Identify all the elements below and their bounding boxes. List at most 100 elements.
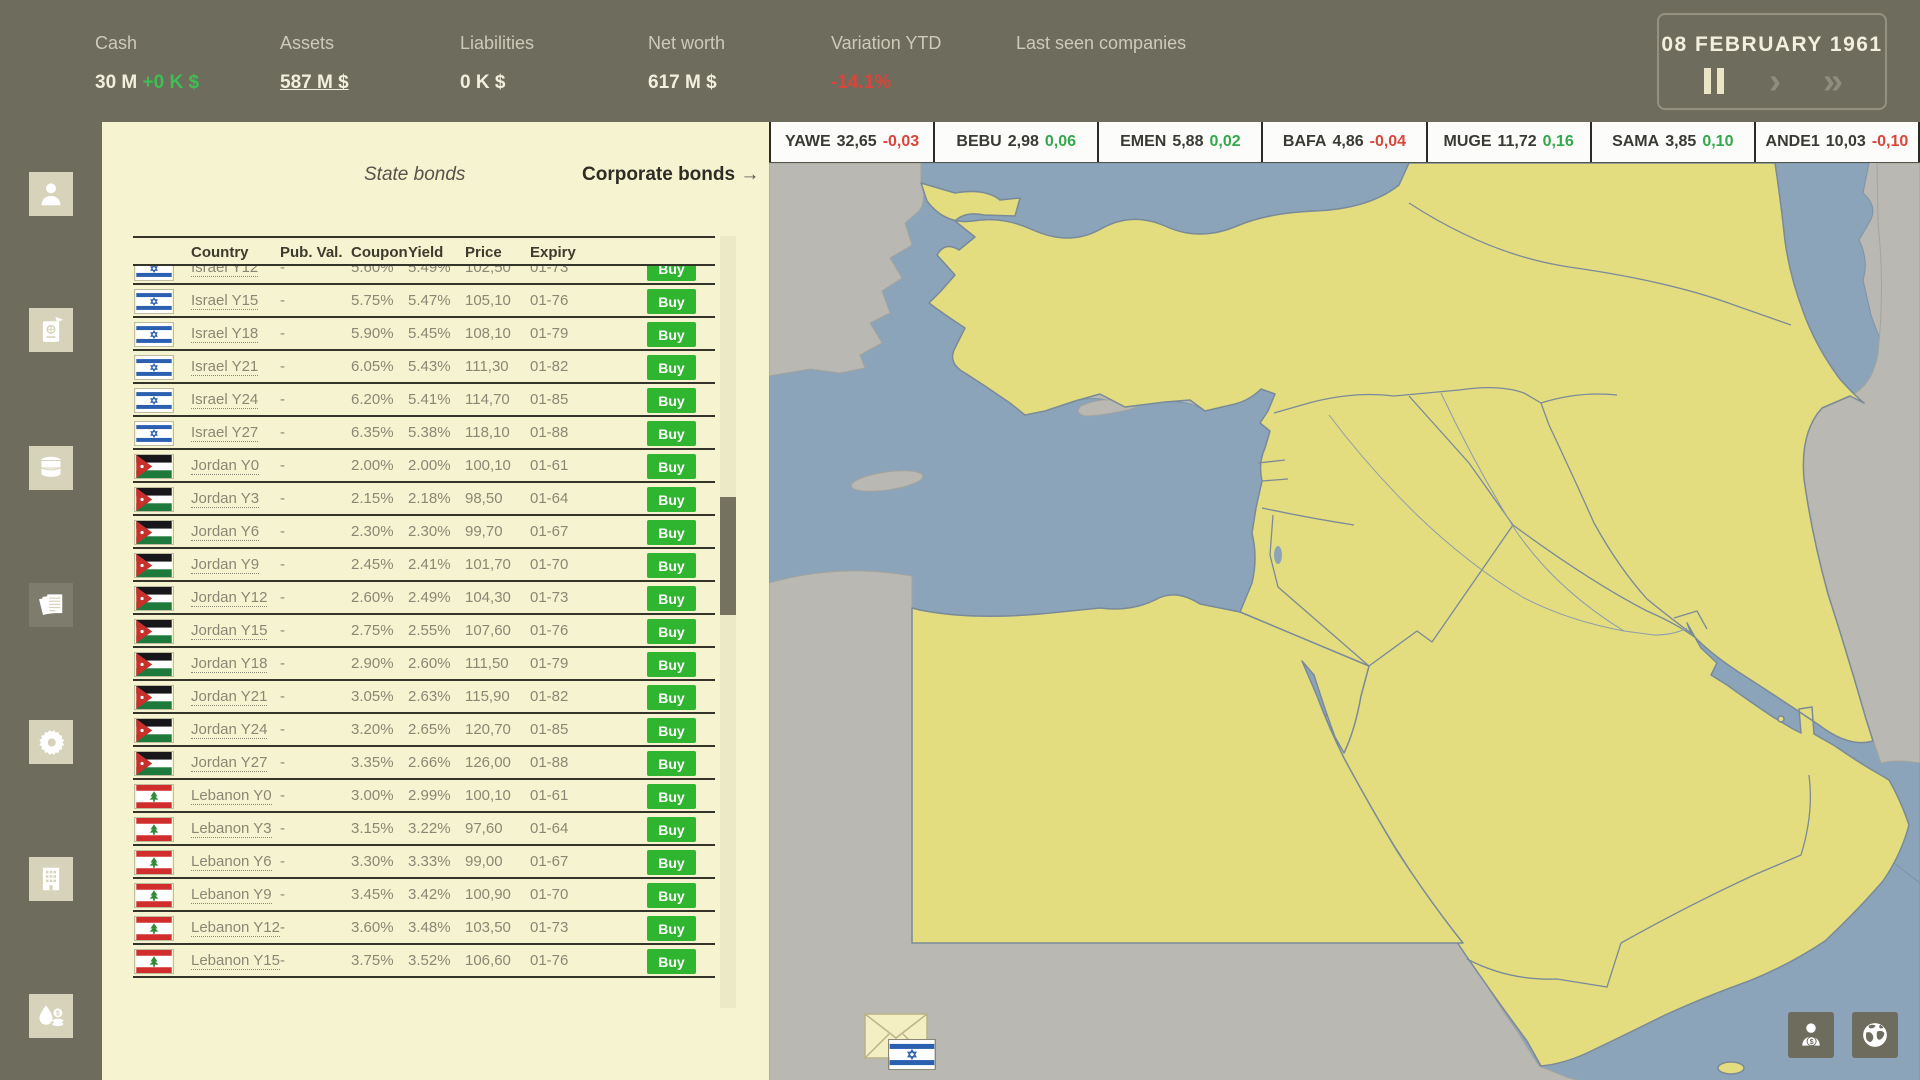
envelope-icon[interactable] <box>863 1010 939 1072</box>
bond-pub-val: - <box>280 886 285 903</box>
bond-country-link[interactable]: Israel Y21 <box>191 358 259 376</box>
bond-pub-val: - <box>280 589 285 606</box>
ticker-item-bebu[interactable]: BEBU 2,98 0,06 <box>935 122 1100 162</box>
fast-forward-button[interactable]: » <box>1823 63 1843 99</box>
buy-button[interactable]: Buy <box>647 619 696 644</box>
bond-expiry: 01-67 <box>530 523 569 540</box>
bond-country-link[interactable]: Lebanon Y15 <box>191 952 280 970</box>
bond-country-link[interactable]: Israel Y24 <box>191 391 259 409</box>
pause-button[interactable] <box>1701 65 1727 97</box>
tab-corporate-bonds[interactable]: Corporate bonds → <box>582 164 759 186</box>
bond-pub-val: - <box>280 523 285 540</box>
passport-icon <box>36 315 66 345</box>
table-scrollbar[interactable] <box>720 236 736 1008</box>
buy-button[interactable]: Buy <box>647 652 696 677</box>
bond-country-link[interactable]: Jordan Y12 <box>191 589 268 607</box>
bond-country-link[interactable]: Jordan Y15 <box>191 622 268 640</box>
buy-button[interactable]: Buy <box>647 685 696 710</box>
buy-button[interactable]: Buy <box>647 883 696 908</box>
building-icon <box>36 864 66 894</box>
world-map[interactable]: $ <box>769 163 1920 1080</box>
newspaper-icon <box>36 590 66 620</box>
bond-price: 99,70 <box>465 523 503 540</box>
ticker-item-sama[interactable]: SAMA 3,85 0,10 <box>1591 122 1756 162</box>
ticker-item-yawe[interactable]: YAWE 32,65 -0,03 <box>769 122 936 162</box>
bond-country-link[interactable]: Jordan Y27 <box>191 754 268 772</box>
lebanon-flag-icon <box>134 949 174 974</box>
buy-button[interactable]: Buy <box>647 520 696 545</box>
ticker-item-bafa[interactable]: BAFA 4,86 -0,04 <box>1263 122 1428 162</box>
sidebar-button-building[interactable] <box>29 857 73 901</box>
bond-yield: 2.49% <box>408 589 451 606</box>
bond-coupon: 2.00% <box>351 457 394 474</box>
play-button[interactable]: › <box>1769 63 1781 99</box>
tab-state-bonds[interactable]: State bonds <box>364 164 465 186</box>
buy-button[interactable]: Buy <box>647 454 696 479</box>
sidebar-button-passport[interactable] <box>29 308 73 352</box>
buy-button[interactable]: Buy <box>647 751 696 776</box>
scrollbar-thumb[interactable] <box>720 497 736 615</box>
bond-expiry: 01-73 <box>530 589 569 606</box>
ticker-item-emen[interactable]: EMEN 5,88 0,02 <box>1099 122 1264 162</box>
table-row-clipped: Israel Y12 - 5.60% 5.49% 102,50 01-73 Buy <box>133 266 715 285</box>
bond-expiry: 01-64 <box>530 820 569 837</box>
buy-button[interactable]: Buy <box>647 817 696 842</box>
lebanon-flag-icon <box>134 850 174 875</box>
buy-button[interactable]: Buy <box>647 784 696 809</box>
buy-button[interactable]: Buy <box>647 916 696 941</box>
bond-price: 100,90 <box>465 886 511 903</box>
buy-button[interactable]: Buy <box>647 553 696 578</box>
bond-country-link[interactable]: Jordan Y0 <box>191 457 260 475</box>
bond-yield: 3.42% <box>408 886 451 903</box>
bond-pub-val: - <box>280 556 285 573</box>
sidebar-button-person[interactable] <box>29 172 73 216</box>
bond-country-link[interactable]: Israel Y27 <box>191 424 259 442</box>
bond-coupon: 2.90% <box>351 655 394 672</box>
bond-country-link[interactable]: Lebanon Y0 <box>191 787 272 805</box>
bond-country-link[interactable]: Israel Y12 <box>191 266 259 277</box>
bond-country-link[interactable]: Lebanon Y9 <box>191 886 272 904</box>
sidebar-button-gears[interactable] <box>29 720 73 764</box>
bond-country-link[interactable]: Israel Y18 <box>191 325 259 343</box>
bond-yield: 2.00% <box>408 457 451 474</box>
bond-country-link[interactable]: Jordan Y18 <box>191 655 268 673</box>
bond-coupon: 3.15% <box>351 820 394 837</box>
buy-button[interactable]: Buy <box>647 322 696 347</box>
bond-country-link[interactable]: Jordan Y3 <box>191 490 260 508</box>
buy-button[interactable]: Buy <box>647 355 696 380</box>
bond-yield: 5.49% <box>408 266 451 276</box>
bonds-tabs: State bonds Corporate bonds → <box>102 164 769 194</box>
ticker-item-muge[interactable]: MUGE 11,72 0,16 <box>1427 122 1592 162</box>
bond-pub-val: - <box>280 266 285 276</box>
buy-button[interactable]: Buy <box>647 289 696 314</box>
buy-button[interactable]: Buy <box>647 388 696 413</box>
bond-country-link[interactable]: Jordan Y24 <box>191 721 268 739</box>
buy-button[interactable]: Buy <box>647 850 696 875</box>
bond-country-link[interactable]: Lebanon Y6 <box>191 853 272 871</box>
map-button-globe[interactable] <box>1852 1012 1898 1058</box>
bond-country-link[interactable]: Lebanon Y12 <box>191 919 280 937</box>
bond-yield: 3.33% <box>408 853 451 870</box>
sidebar-button-oil-money[interactable]: $ <box>29 994 73 1038</box>
buy-button[interactable]: Buy <box>647 421 696 446</box>
sidebar-button-coins[interactable] <box>29 446 73 490</box>
bond-coupon: 2.60% <box>351 589 394 606</box>
buy-button[interactable]: Buy <box>647 487 696 512</box>
bond-country-link[interactable]: Israel Y15 <box>191 292 259 310</box>
buy-button[interactable]: Buy <box>647 586 696 611</box>
bond-country-link[interactable]: Jordan Y21 <box>191 688 268 706</box>
bond-country-link[interactable]: Jordan Y6 <box>191 523 260 541</box>
gears-icon <box>36 727 66 757</box>
table-row: Lebanon Y9- 3.45% 3.42% 100,90 01-70 Buy <box>133 879 715 912</box>
buy-button[interactable]: Buy <box>647 949 696 974</box>
pause-icon <box>1703 68 1711 94</box>
bond-country-link[interactable]: Jordan Y9 <box>191 556 260 574</box>
buy-button[interactable]: Buy <box>647 266 696 281</box>
bond-country-link[interactable]: Lebanon Y3 <box>191 820 272 838</box>
bond-expiry: 01-88 <box>530 754 569 771</box>
map-button-person-money[interactable]: $ <box>1788 1012 1834 1058</box>
buy-button[interactable]: Buy <box>647 718 696 743</box>
ticker-item-ande1[interactable]: ANDE1 10,03 -0,10 <box>1755 122 1920 162</box>
bond-pub-val: - <box>280 292 285 309</box>
sidebar-button-newspaper[interactable] <box>29 583 73 627</box>
